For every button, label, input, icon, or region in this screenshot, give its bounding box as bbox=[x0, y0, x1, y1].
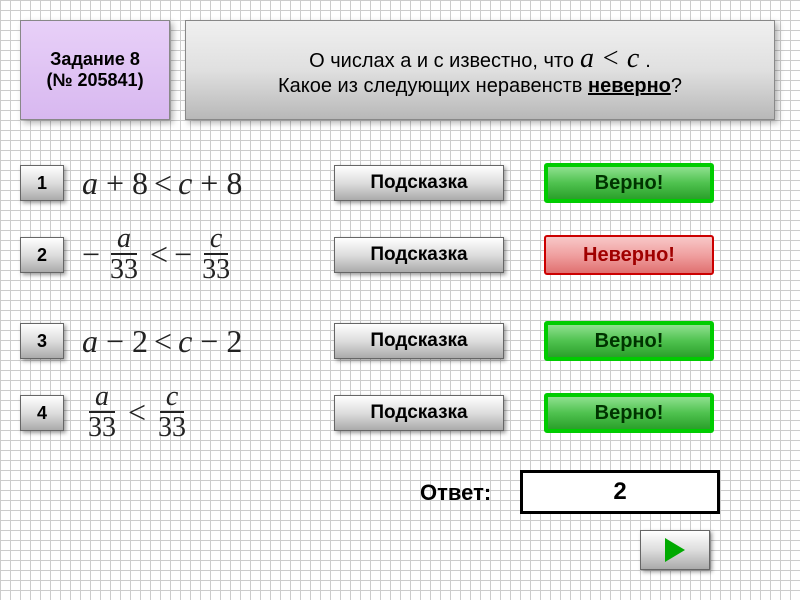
result-badge-4: Верно! bbox=[544, 393, 714, 433]
option-button-1[interactable]: 1 bbox=[20, 165, 64, 201]
answer-value: 2 bbox=[520, 470, 720, 514]
option-button-4[interactable]: 4 bbox=[20, 395, 64, 431]
formula-3: a − 2<c − 2 bbox=[64, 323, 314, 360]
option-button-3[interactable]: 3 bbox=[20, 323, 64, 359]
option-row-1: 1 a + 8<c + 8 Подсказка Верно! bbox=[20, 148, 780, 218]
question-dot: . bbox=[645, 50, 651, 73]
question-box: О числах а и с известно, что a < c . Как… bbox=[185, 20, 775, 120]
next-button[interactable] bbox=[640, 530, 710, 570]
formula-2: −a33<−c33 bbox=[64, 225, 314, 286]
answer-label: Ответ: bbox=[420, 480, 491, 506]
formula-1: a + 8<c + 8 bbox=[64, 165, 314, 202]
result-badge-3: Верно! bbox=[544, 321, 714, 361]
task-number: (№ 205841) bbox=[46, 70, 143, 91]
option-button-2[interactable]: 2 bbox=[20, 237, 64, 273]
hint-button-3[interactable]: Подсказка bbox=[334, 323, 504, 359]
question-math: a < c bbox=[580, 43, 639, 75]
question-text-1: О числах а и с известно, что bbox=[309, 50, 574, 73]
hint-button-4[interactable]: Подсказка bbox=[334, 395, 504, 431]
question-qmark: ? bbox=[671, 75, 682, 97]
arrow-right-icon bbox=[665, 538, 685, 562]
option-row-4: 4 a33<c33 Подсказка Верно! bbox=[20, 378, 780, 448]
hint-button-1[interactable]: Подсказка bbox=[334, 165, 504, 201]
question-emph: неверно bbox=[588, 75, 671, 97]
option-row-2: 2 −a33<−c33 Подсказка Неверно! bbox=[20, 220, 780, 290]
task-title: Задание 8 bbox=[50, 49, 140, 70]
question-text-2: Какое из следующих неравенств bbox=[278, 75, 582, 97]
task-box: Задание 8 (№ 205841) bbox=[20, 20, 170, 120]
option-row-3: 3 a − 2<c − 2 Подсказка Верно! bbox=[20, 306, 780, 376]
result-badge-1: Верно! bbox=[544, 163, 714, 203]
result-badge-2: Неверно! bbox=[544, 235, 714, 275]
hint-button-2[interactable]: Подсказка bbox=[334, 237, 504, 273]
formula-4: a33<c33 bbox=[64, 383, 314, 444]
